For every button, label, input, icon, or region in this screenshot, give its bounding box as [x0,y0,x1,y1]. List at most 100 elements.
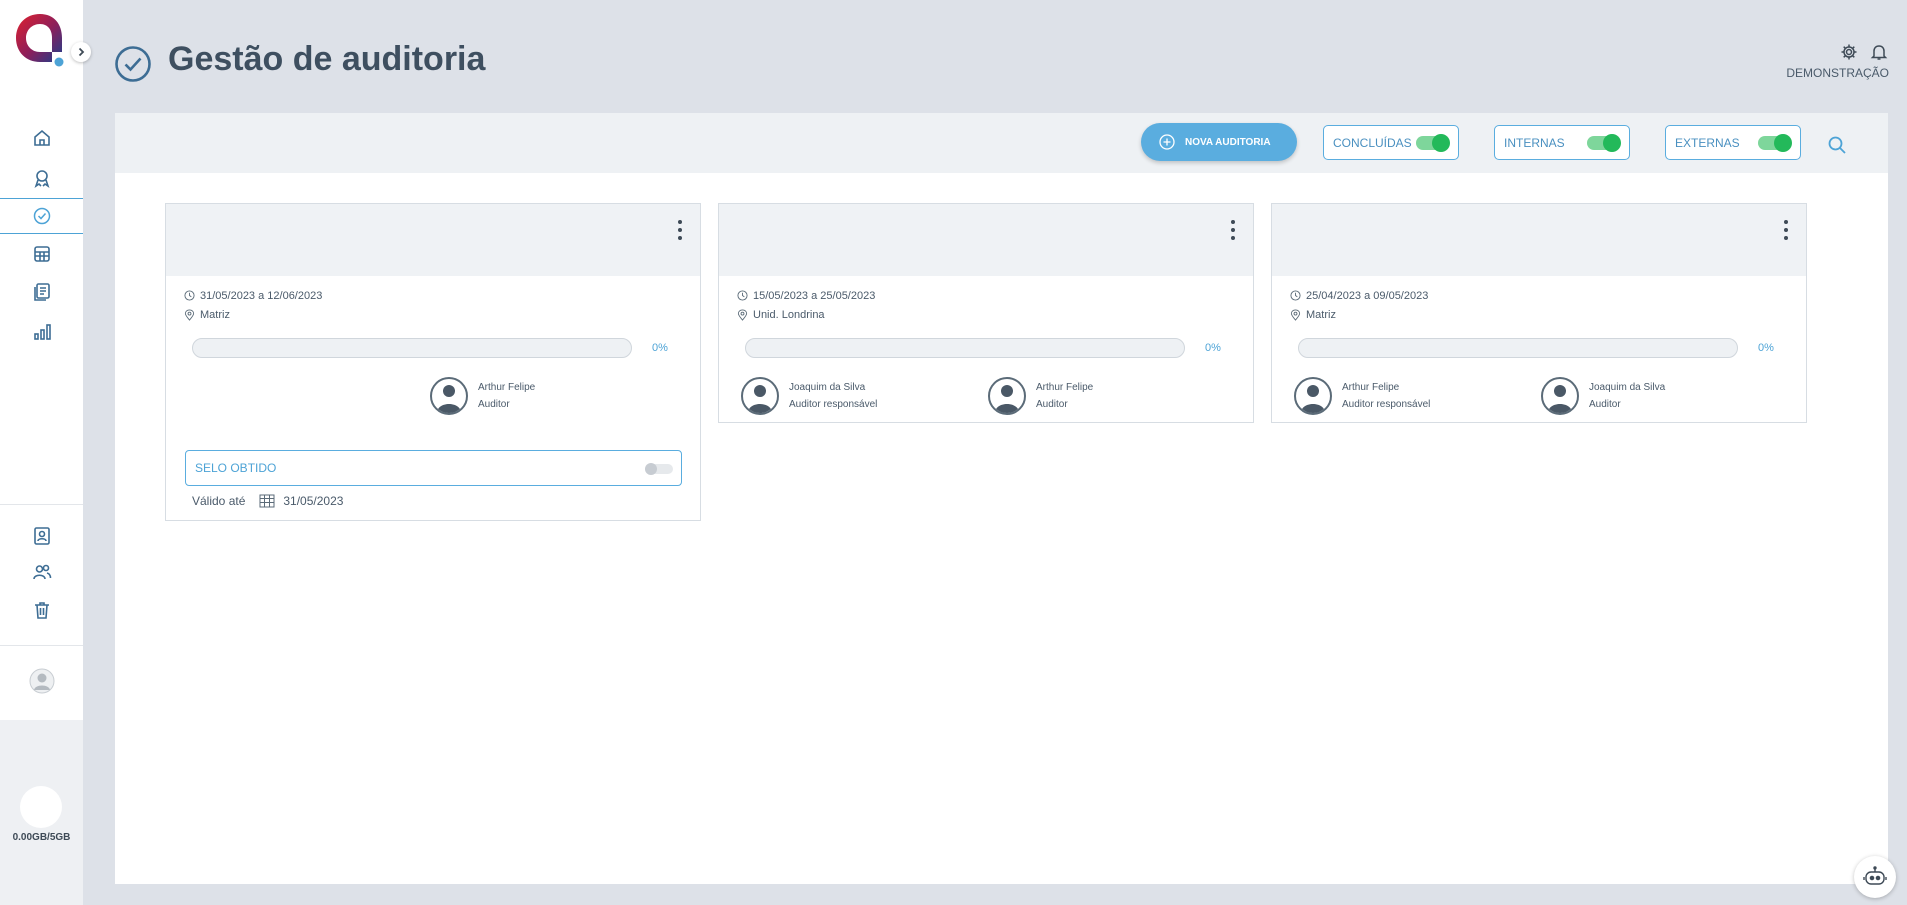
card-header [1272,204,1806,276]
person-silhouette-icon [748,385,772,413]
user-avatar-icon [29,668,54,694]
audit-card[interactable]: 15/05/2023 a 25/05/2023 Unid. Londrina 0… [718,203,1254,423]
users-icon [32,564,51,580]
card-body: 15/05/2023 a 25/05/2023 Unid. Londrina 0… [719,276,1253,426]
sidebar-item-audit[interactable] [0,198,83,234]
audit-location: Unid. Londrina [737,305,1235,324]
map-pin-icon [1290,308,1301,321]
person: Joaquim da Silva Auditor [1541,376,1788,416]
contact-card-icon [33,527,50,545]
robot-icon [1863,866,1887,885]
person-silhouette-icon [1301,385,1325,413]
sidebar-item-calendar[interactable] [0,236,83,272]
filter-label: INTERNAS [1504,135,1565,150]
seal-obtained-field[interactable]: SELO OBTIDO [185,450,682,486]
card-header [719,204,1253,276]
avatar [741,377,779,415]
period-text: 25/04/2023 a 09/05/2023 [1306,289,1429,302]
more-options-icon[interactable] [674,218,686,242]
calendar-grid-icon [33,246,50,262]
storage-indicator [20,786,62,828]
valid-until-date: 31/05/2023 [283,494,344,508]
filter-internas[interactable]: INTERNAS [1494,125,1630,160]
sidebar-item-home[interactable] [0,120,83,156]
map-pin-icon [184,308,195,321]
sidebar-divider [0,645,83,646]
toggle-switch[interactable] [1758,134,1792,152]
sidebar-expand-button[interactable] [71,42,91,62]
new-audit-button[interactable]: NOVA AUDITORIA [1141,123,1297,161]
storage-usage: 0.00GB/5GB [12,832,71,843]
valid-until-label: Válido até [192,494,246,508]
clock-icon [1290,290,1301,301]
person-role: Auditor [1036,399,1068,410]
avatar [988,377,1026,415]
more-options-icon[interactable] [1227,218,1239,242]
person-silhouette-icon [995,385,1019,413]
check-circle-icon [33,207,50,225]
avatar [1541,377,1579,415]
search-icon[interactable] [1827,135,1847,155]
app-logo[interactable] [14,12,66,68]
filter-label: CONCLUÍDAS [1333,135,1412,150]
people-list: Joaquim da Silva Auditor responsável Art… [741,376,1235,416]
period-text: 15/05/2023 a 25/05/2023 [753,289,876,302]
sidebar-item-users[interactable] [0,554,83,590]
filter-concluidas[interactable]: CONCLUÍDAS [1323,125,1459,160]
progress-row: 0% [184,338,682,358]
sidebar-item-contacts[interactable] [0,518,83,554]
sidebar-item-documents[interactable] [0,274,83,310]
home-icon [33,129,50,146]
toggle-switch[interactable] [1587,134,1621,152]
card-header [166,204,700,276]
progress-percent: 0% [1205,342,1221,354]
location-text: Unid. Londrina [753,308,825,321]
audit-card[interactable]: 25/04/2023 a 09/05/2023 Matriz 0% Arthur… [1271,203,1807,423]
person-name: Arthur Felipe [1036,382,1094,393]
location-text: Matriz [1306,308,1336,321]
bell-icon[interactable] [1870,43,1888,61]
header-actions [1840,43,1888,61]
card-body: 25/04/2023 a 09/05/2023 Matriz 0% Arthur… [1272,276,1806,426]
page-title: Gestão de auditoria [168,40,486,78]
progress-percent: 0% [652,342,668,354]
audit-period: 15/05/2023 a 25/05/2023 [737,286,1235,305]
person-name: Arthur Felipe [478,382,536,393]
progress-bar [1298,338,1738,358]
calendar-icon [259,494,275,508]
sidebar-item-trash[interactable] [0,592,83,628]
filter-externas[interactable]: EXTERNAS [1665,125,1801,160]
user-avatar-button[interactable] [0,663,83,699]
bar-chart-icon [33,324,51,340]
person: Arthur Felipe Auditor [988,376,1235,416]
person-name: Arthur Felipe [1342,382,1400,393]
more-options-icon[interactable] [1780,218,1792,242]
toggle-switch[interactable] [1416,134,1450,152]
progress-percent: 0% [1758,342,1774,354]
seal-toggle[interactable] [645,463,673,475]
progress-bar [192,338,632,358]
plus-circle-icon [1159,134,1175,150]
period-text: 31/05/2023 a 12/06/2023 [200,289,323,302]
sidebar: 0.00GB/5GB [0,0,83,905]
trash-icon [34,602,49,619]
gear-icon[interactable] [1840,43,1858,61]
audit-card[interactable]: 31/05/2023 a 12/06/2023 Matriz 0% Arthur… [165,203,701,521]
company-name[interactable]: DEMONSTRAÇÃO [1786,66,1889,80]
audit-location: Matriz [1290,305,1788,324]
person-role: Auditor responsável [1342,399,1431,410]
avatar [1294,377,1332,415]
avatar [430,377,468,415]
progress-row: 0% [1290,338,1788,358]
main-panel: NOVA AUDITORIA CONCLUÍDAS INTERNAS EXTER… [115,113,1888,884]
sidebar-divider [0,504,83,505]
toolbar: NOVA AUDITORIA CONCLUÍDAS INTERNAS EXTER… [115,113,1888,173]
person-silhouette-icon [1548,385,1572,413]
chatbot-button[interactable] [1854,856,1896,898]
audit-location: Matriz [184,305,682,324]
sidebar-item-awards[interactable] [0,160,83,196]
chevron-right-icon [78,47,85,57]
sidebar-item-reports[interactable] [0,314,83,350]
audit-period: 31/05/2023 a 12/06/2023 [184,286,682,305]
check-circle-icon [115,46,151,82]
